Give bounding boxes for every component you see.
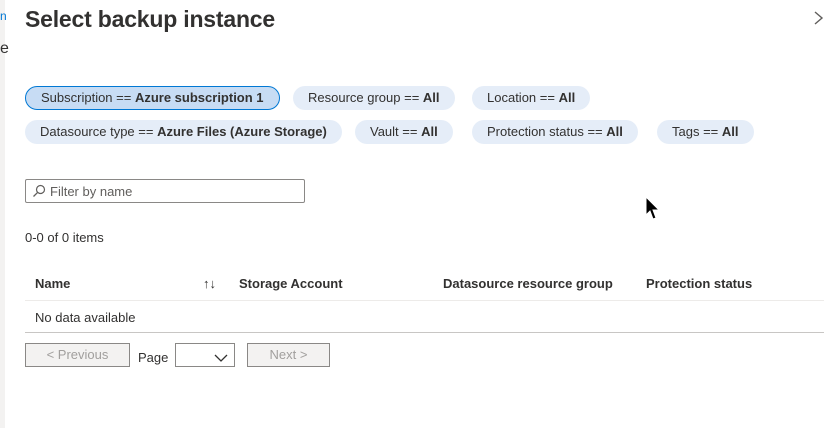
filter-pill-protection-status[interactable]: Protection status == All: [472, 120, 638, 144]
column-header-protection-status[interactable]: Protection status: [646, 276, 752, 291]
filter-pill-resource-group[interactable]: Resource group == All: [293, 86, 455, 110]
filter-key: Tags ==: [672, 124, 722, 139]
filter-pill-vault[interactable]: Vault == All: [355, 120, 453, 144]
filter-key: Location ==: [487, 90, 559, 105]
edge-glyph-top: n: [0, 9, 7, 23]
page-label: Page: [138, 350, 169, 365]
filter-value: All: [422, 90, 440, 105]
next-button[interactable]: Next >: [247, 343, 330, 367]
mouse-cursor-icon: [645, 195, 661, 222]
previous-button[interactable]: < Previous: [25, 343, 130, 367]
chevron-down-icon: [214, 350, 228, 362]
filter-by-name-input[interactable]: [50, 181, 300, 201]
edge-glyph-bottom: e: [0, 40, 9, 57]
filter-by-name-box[interactable]: [25, 179, 305, 203]
sort-icon[interactable]: ↑↓: [203, 276, 216, 291]
column-header-storage-account[interactable]: Storage Account: [239, 276, 343, 291]
filter-key: Vault ==: [370, 124, 422, 139]
filter-value: All: [558, 90, 576, 105]
filter-value: All: [606, 124, 623, 139]
filter-pill-location[interactable]: Location == All: [472, 86, 591, 110]
filter-key: Protection status ==: [487, 124, 607, 139]
filter-value: Azure subscription 1: [134, 90, 264, 105]
filter-value: All: [421, 124, 438, 139]
filter-key: Subscription ==: [41, 90, 135, 105]
column-header-datasource-resource-group[interactable]: Datasource resource group: [443, 276, 613, 291]
filter-value: Azure Files (Azure Storage): [157, 124, 327, 139]
table-bottom-divider: [25, 332, 824, 333]
filter-pill-datasource-type[interactable]: Datasource type == Azure Files (Azure St…: [25, 120, 342, 144]
items-count: 0-0 of 0 items: [25, 230, 104, 245]
panel-title: Select backup instance: [25, 6, 275, 32]
left-edge-strip: [0, 0, 5, 428]
header-divider: [25, 300, 824, 301]
page-select[interactable]: [175, 343, 235, 367]
filter-key: Resource group ==: [308, 90, 423, 105]
column-header-name[interactable]: Name: [35, 276, 70, 291]
filter-key: Datasource type ==: [40, 124, 158, 139]
filter-pill-tags[interactable]: Tags == All: [657, 120, 754, 144]
search-icon: [32, 184, 46, 198]
filter-pill-subscription[interactable]: Subscription == Azure subscription 1: [25, 86, 280, 110]
empty-state-text: No data available: [35, 310, 136, 325]
close-icon[interactable]: [814, 8, 824, 31]
filter-value: All: [721, 124, 739, 139]
